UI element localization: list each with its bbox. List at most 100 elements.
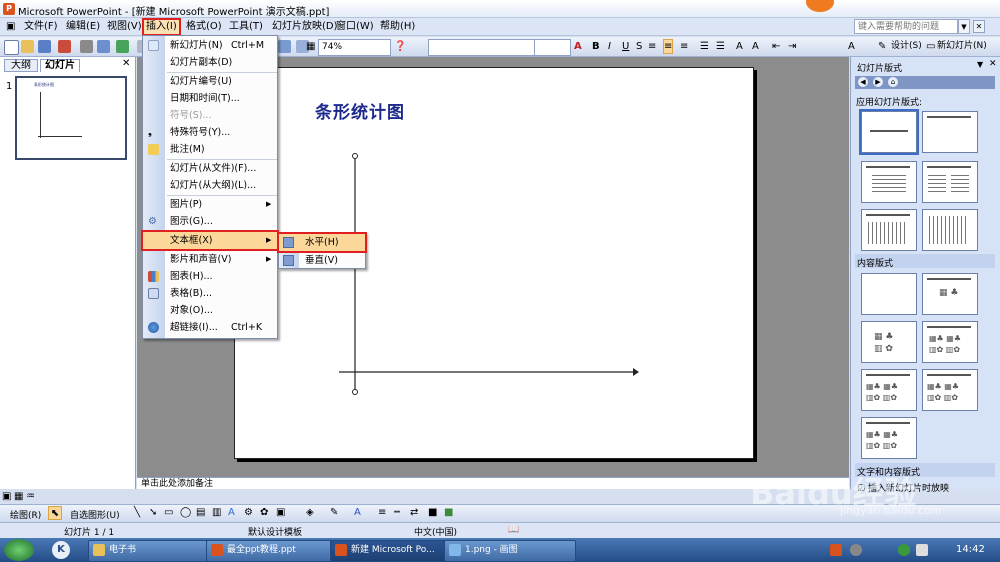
new-slide-icon[interactable]: ▭ bbox=[926, 40, 935, 53]
vertical-textbox-icon[interactable]: ▥ bbox=[212, 507, 221, 518]
spelling-icon[interactable] bbox=[116, 40, 129, 53]
fill-color-icon[interactable]: ◈ bbox=[306, 507, 314, 518]
submenu-item-horizontal[interactable]: 水平(H) bbox=[277, 232, 367, 253]
help-search-input[interactable]: 键入需要帮助的问题 bbox=[854, 19, 958, 34]
menu-item-special-symbol[interactable]: ❟ 特殊符号(Y)... bbox=[143, 124, 277, 141]
menu-item-duplicate-slide[interactable]: 幻灯片副本(D) bbox=[143, 54, 277, 71]
dash-style-icon[interactable]: ┅ bbox=[394, 507, 400, 518]
arrow-style-icon[interactable]: ⇄ bbox=[410, 507, 418, 518]
notes-pane[interactable]: 单击此处添加备注 bbox=[137, 477, 849, 489]
new-icon[interactable] bbox=[4, 40, 19, 55]
menu-item-comment[interactable]: 批注(M) bbox=[143, 141, 277, 158]
zoom-combo[interactable]: 74% bbox=[318, 39, 391, 56]
permission-icon[interactable] bbox=[58, 40, 71, 53]
font-color-icon[interactable]: A bbox=[354, 507, 361, 518]
tray-network-icon[interactable] bbox=[850, 544, 862, 556]
italic-icon[interactable]: I bbox=[608, 40, 611, 53]
layout-title-text[interactable] bbox=[861, 161, 917, 203]
layout-title-slide[interactable] bbox=[859, 109, 919, 155]
normal-view-icon[interactable]: ▣ bbox=[2, 491, 11, 502]
underline-icon[interactable]: U bbox=[622, 40, 629, 53]
align-center-icon[interactable]: ≡ bbox=[662, 39, 674, 54]
submenu-item-vertical[interactable]: 垂直(V) bbox=[279, 252, 365, 269]
taskbar-paint[interactable]: 1.png - 画图 bbox=[444, 540, 576, 562]
layout-four-content[interactable]: ▦♣ ▦♣ ▥✿ ▥✿ bbox=[861, 417, 917, 459]
taskbar-ppt-tutorial[interactable]: 最全ppt教程.ppt bbox=[206, 540, 350, 562]
menu-item-movies-sounds[interactable]: 影片和声音(V) ▶ bbox=[143, 251, 277, 268]
close-panel-icon[interactable]: ✕ bbox=[122, 58, 130, 69]
font-color-a-icon[interactable]: A bbox=[574, 40, 582, 53]
menu-edit[interactable]: 编辑(E) bbox=[64, 20, 102, 34]
new-slide-button[interactable]: 新幻灯片(N) bbox=[937, 40, 987, 53]
align-left-icon[interactable]: ≡ bbox=[648, 40, 656, 53]
menu-item-diagram[interactable]: ⚙ 图示(G)... bbox=[143, 213, 277, 230]
menu-window[interactable]: 窗口(W) bbox=[334, 20, 376, 34]
increase-indent-icon[interactable]: ⇥ bbox=[788, 40, 796, 53]
line-style-icon[interactable]: ≡ bbox=[378, 507, 386, 518]
layout-title-four-content[interactable]: ▦♣ ▦♣ ▥✿ ▥✿ bbox=[922, 369, 978, 411]
layout-content[interactable]: ▦ ♣ ▥ ✿ bbox=[861, 321, 917, 363]
draw-menu-button[interactable]: 绘图(R) bbox=[10, 508, 41, 521]
rectangle-icon[interactable]: ▭ bbox=[164, 507, 173, 518]
menu-item-slides-from-outline[interactable]: 幻灯片(从大纲)(L)... bbox=[143, 177, 277, 194]
back-icon[interactable]: ◀ bbox=[858, 77, 868, 87]
start-button-icon[interactable] bbox=[4, 539, 34, 561]
tab-outline[interactable]: 大纲 bbox=[4, 59, 38, 72]
tab-slides[interactable]: 幻灯片 bbox=[40, 59, 80, 72]
3d-style-icon[interactable]: ■ bbox=[444, 507, 453, 518]
tray-s-icon[interactable] bbox=[830, 544, 842, 556]
bold-icon[interactable]: B bbox=[592, 40, 600, 53]
shadow-style-icon[interactable]: ■ bbox=[428, 507, 437, 518]
autoshapes-button[interactable]: 自选图形(U) bbox=[70, 508, 120, 521]
menu-item-textbox[interactable]: 文本框(X) ▶ bbox=[141, 230, 279, 251]
decrease-font-icon[interactable]: A bbox=[752, 40, 759, 53]
menu-item-hyperlink[interactable]: 超链接(I)... Ctrl+K bbox=[143, 319, 277, 336]
wordart-icon[interactable]: A bbox=[228, 507, 235, 518]
insert-chart-icon[interactable] bbox=[278, 40, 291, 53]
print-preview-icon[interactable] bbox=[97, 40, 110, 53]
print-icon[interactable] bbox=[80, 40, 93, 53]
quick-launch-k-icon[interactable]: K bbox=[52, 541, 70, 559]
picture-icon[interactable]: ▣ bbox=[276, 507, 285, 518]
slideshow-view-icon[interactable]: ♒ bbox=[26, 491, 35, 502]
slide-thumbnail[interactable]: 条形统计图 bbox=[15, 76, 127, 160]
forward-icon[interactable]: ▶ bbox=[873, 77, 883, 87]
layout-vertical-text[interactable] bbox=[861, 209, 917, 251]
open-icon[interactable] bbox=[21, 40, 34, 53]
oval-icon[interactable]: ◯ bbox=[180, 507, 191, 518]
menu-item-object[interactable]: 对象(O)... bbox=[143, 302, 277, 319]
layout-title-content-2[interactable]: ▦♣ ▦♣ ▥✿ ▥✿ bbox=[861, 369, 917, 411]
document-menu-icon[interactable]: ▣ bbox=[4, 20, 20, 34]
help-icon[interactable]: ❓ bbox=[394, 40, 406, 53]
line-icon[interactable]: ╲ bbox=[134, 507, 140, 518]
arrow-icon[interactable]: ➘ bbox=[149, 507, 157, 518]
select-objects-icon[interactable]: ⬉ bbox=[48, 506, 62, 520]
menu-format[interactable]: 格式(O) bbox=[184, 20, 224, 34]
bullets-icon[interactable]: ☰ bbox=[716, 40, 725, 53]
save-icon[interactable] bbox=[38, 40, 51, 53]
font-name-combo[interactable] bbox=[428, 39, 535, 56]
taskbar-ebook[interactable]: 电子书 bbox=[88, 540, 220, 562]
tray-volume-icon[interactable] bbox=[916, 544, 928, 556]
menu-item-picture[interactable]: 图片(P) ▶ bbox=[143, 196, 277, 213]
text-color-a-icon[interactable]: A bbox=[848, 40, 855, 53]
font-size-combo[interactable] bbox=[534, 39, 571, 56]
task-pane-close-icon[interactable]: ✕ bbox=[989, 59, 997, 69]
menu-slideshow[interactable]: 幻灯片放映(D) bbox=[270, 20, 340, 34]
numbering-icon[interactable]: ☰ bbox=[700, 40, 709, 53]
decrease-indent-icon[interactable]: ⇤ bbox=[772, 40, 780, 53]
menu-item-chart[interactable]: 图表(H)... bbox=[143, 268, 277, 285]
close-document-button[interactable]: ✕ bbox=[973, 20, 985, 33]
menu-help[interactable]: 帮助(H) bbox=[378, 20, 417, 34]
line-color-icon[interactable]: ✎ bbox=[330, 507, 338, 518]
home-icon[interactable]: ⌂ bbox=[888, 77, 898, 87]
increase-font-icon[interactable]: A bbox=[736, 40, 743, 53]
sorter-view-icon[interactable]: ▦ bbox=[14, 491, 23, 502]
layout-vertical-title-text[interactable] bbox=[922, 209, 978, 251]
design-icon[interactable]: ✎ bbox=[878, 40, 886, 53]
menu-item-date-time[interactable]: 日期和时间(T)... bbox=[143, 90, 277, 107]
task-pane-menu-icon[interactable]: ▼ bbox=[977, 60, 983, 69]
layout-title-two-content[interactable]: ▦♣ ▦♣ ▥✿ ▥✿ bbox=[922, 321, 978, 363]
diagram-icon[interactable]: ⚙ bbox=[244, 507, 253, 518]
menu-file[interactable]: 文件(F) bbox=[22, 20, 60, 34]
